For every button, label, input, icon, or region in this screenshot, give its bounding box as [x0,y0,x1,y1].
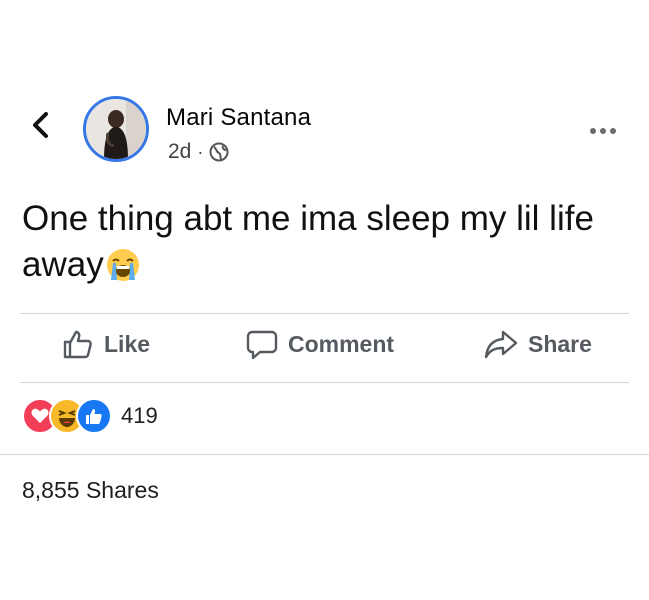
divider-bottom [0,454,649,455]
reactions-summary[interactable]: 419 [22,398,158,434]
divider-middle [20,382,629,383]
chevron-left-icon [33,112,48,138]
author-name[interactable]: Mari Santana [166,104,311,132]
comment-label: Comment [288,330,395,357]
share-button[interactable]: Share [484,328,592,360]
divider-top [20,313,629,314]
more-dot-icon [590,128,596,134]
more-options-button[interactable] [590,128,616,134]
like-label: Like [104,330,151,357]
share-arrow-icon [484,330,518,359]
like-reaction-icon [76,398,112,434]
share-label: Share [528,330,592,357]
meta-separator: · [197,141,204,162]
more-dot-icon [610,128,616,134]
back-button[interactable] [26,110,56,140]
post-actions: Like Comment Share [0,328,649,372]
post-meta: 2d · [168,140,229,164]
share-count[interactable]: 8,855 Shares [22,477,159,504]
comment-button[interactable]: Comment [246,328,394,360]
loudly-crying-face-emoji-icon [106,249,139,281]
post-header: Mari Santana 2d · [0,92,649,172]
post-age[interactable]: 2d [168,140,191,164]
more-dot-icon [600,128,606,134]
reaction-count: 419 [121,403,158,428]
globe-icon [209,142,229,162]
avatar[interactable] [83,96,149,162]
comment-icon [246,330,278,360]
post-body: One thing abt me ima sleep my lil life a… [22,196,622,288]
like-button[interactable]: Like [62,328,150,360]
thumbs-up-icon [63,330,92,359]
